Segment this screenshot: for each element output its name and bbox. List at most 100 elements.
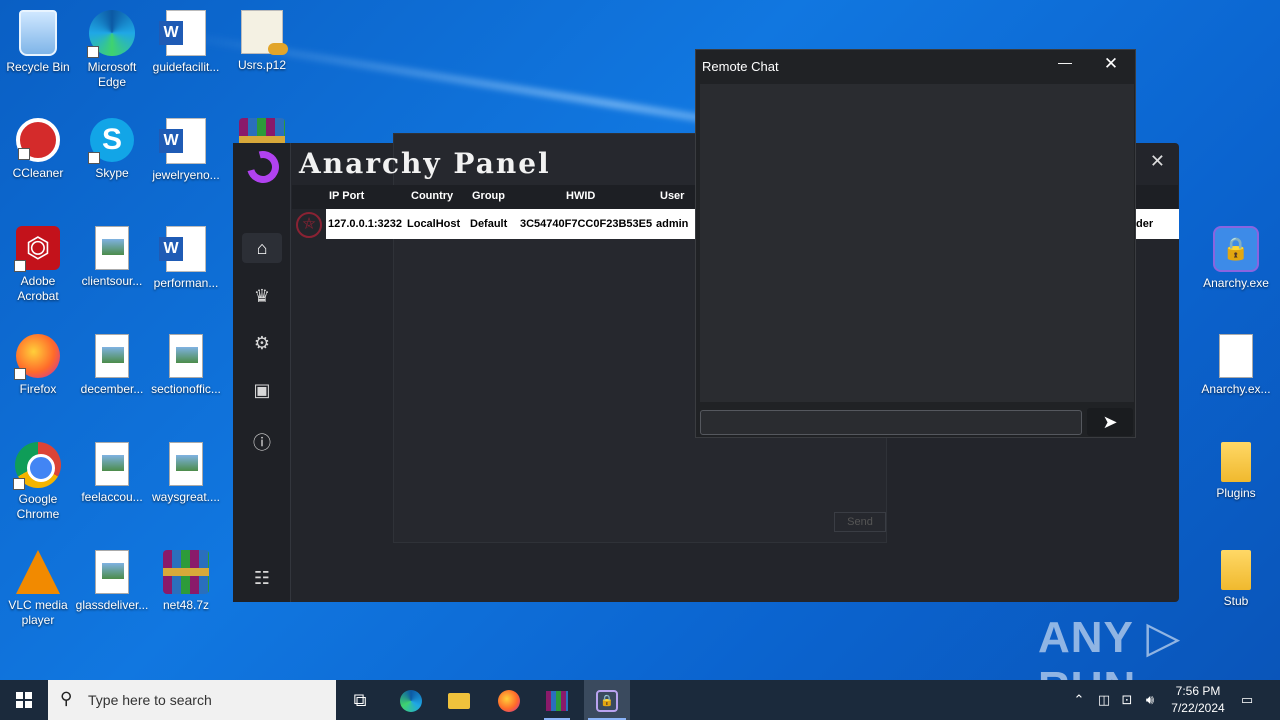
desktop-icon-feelaccou[interactable]: feelaccou... (74, 436, 150, 505)
taskbar-anarchy-icon[interactable]: 🔒 (584, 680, 630, 720)
desktop-icon-december[interactable]: december... (74, 328, 150, 397)
column-header-country[interactable]: Country (411, 190, 453, 202)
column-header-group[interactable]: Group (472, 190, 505, 202)
desktop-icon-label: CCleaner (12, 166, 64, 180)
windows-logo-icon (16, 692, 32, 708)
desktop-icon-clientsour[interactable]: clientsour... (74, 220, 150, 289)
desktop-icon-label: performan... (153, 276, 219, 290)
ghost-send-button[interactable]: Send (834, 512, 886, 532)
word-doc-icon (159, 10, 206, 56)
column-header-ip-port[interactable]: IP Port (329, 190, 364, 202)
desktop-icon-label: Stub (1223, 594, 1249, 608)
info-icon[interactable]: ⓘ (251, 432, 273, 454)
desktop-icon-label: december... (80, 382, 144, 396)
notification-center-icon[interactable]: ▭ (1236, 680, 1258, 720)
desktop-icon-edge[interactable]: Microsoft Edge (74, 4, 150, 90)
firefox-icon (14, 334, 60, 380)
clock-time: 7:56 PM (1175, 684, 1221, 698)
chat-message-input[interactable] (700, 410, 1082, 435)
column-header-hwid[interactable]: HWID (566, 190, 595, 202)
desktop-icon-plugins[interactable]: Plugins (1198, 436, 1274, 501)
word-doc-icon (159, 226, 206, 272)
tasks-list-icon[interactable]: ☷ (251, 567, 273, 589)
send-button[interactable]: ➤ (1087, 408, 1133, 436)
settings-gear-icon[interactable]: ⚙ (251, 332, 273, 354)
chat-title: Remote Chat (702, 59, 779, 74)
desktop-icon-label: Skype (95, 166, 129, 180)
desktop-icon-google-chrome[interactable]: Google Chrome (0, 436, 76, 522)
desktop-icon-sectionoffic[interactable]: sectionoffic... (148, 328, 224, 397)
desktop-icon-label: Recycle Bin (6, 60, 70, 74)
acrobat-icon (14, 226, 60, 272)
desktop-icon-firefox[interactable]: Firefox (0, 328, 76, 397)
desktop-icon-skype[interactable]: S Skype (74, 112, 150, 181)
tray-overflow-chevron-icon[interactable]: ⌃ (1068, 680, 1090, 720)
home-icon[interactable]: ⌂ (242, 233, 282, 263)
builder-icon[interactable]: ▣ (251, 379, 273, 401)
desktop-icon-jewelryeno[interactable]: jewelryeno... (148, 112, 224, 183)
clients-icon[interactable]: ♛ (251, 285, 273, 307)
search-placeholder: Type here to search (88, 692, 212, 708)
desktop-icon-usrs-p12[interactable]: Usrs.p12 (224, 4, 300, 73)
desktop-icon-adobe-acrobat[interactable]: Adobe Acrobat (0, 220, 76, 304)
tray-app-icon[interactable]: ◫ (1093, 680, 1115, 720)
clock-date: 7/22/2024 (1171, 701, 1225, 715)
desktop-icon-anarchy-ex-config[interactable]: Anarchy.ex... (1198, 328, 1274, 397)
cell-country: LocalHost (407, 218, 461, 230)
send-arrow-icon: ➤ (1102, 412, 1118, 432)
taskbar-search-box[interactable]: ⚲ Type here to search (48, 680, 336, 720)
desktop-icon-label: glassdeliver... (75, 598, 149, 612)
desktop-icon-waysgreat[interactable]: waysgreat.... (148, 436, 224, 505)
desktop-icon-net48[interactable]: net48.7z (148, 544, 224, 613)
folder-icon (1221, 550, 1251, 590)
image-file-icon (169, 334, 203, 378)
desktop-icon-label: guidefacilit... (152, 60, 220, 74)
taskbar-clock[interactable]: 7:56 PM 7/22/2024 (1160, 683, 1236, 717)
chat-messages-area (700, 84, 1134, 402)
desktop-icon-label: waysgreat.... (151, 490, 221, 504)
panel-sidebar: ⌂ ♛ ⚙ ▣ ⓘ ☷ (233, 143, 291, 602)
image-file-icon (95, 442, 129, 486)
start-button[interactable] (0, 680, 48, 720)
desktop-icon-label: Usrs.p12 (237, 58, 287, 72)
search-icon: ⚲ (60, 689, 73, 708)
desktop-icon-performan[interactable]: performan... (148, 220, 224, 291)
word-doc-icon (159, 118, 206, 164)
vlc-icon (16, 550, 60, 594)
column-header-user[interactable]: User (660, 190, 684, 202)
desktop-icon-label: jewelryeno... (152, 168, 220, 182)
panel-title: Anarchy Panel (299, 147, 551, 180)
desktop-icon-ccleaner[interactable]: CCleaner (0, 112, 76, 181)
desktop-icon-label: Plugins (1216, 486, 1256, 500)
desktop-icon-label: feelaccou... (81, 490, 143, 504)
taskbar-winrar-icon[interactable] (534, 680, 580, 720)
taskbar-firefox-icon[interactable] (486, 680, 532, 720)
blank-file-icon (1219, 334, 1253, 378)
desktop-icon-guidefacilit[interactable]: guidefacilit... (148, 4, 224, 75)
image-file-icon (95, 334, 129, 378)
desktop-icon-vlc[interactable]: VLC media player (0, 544, 76, 628)
minimize-button[interactable]: — (1050, 54, 1080, 76)
desktop-icon-label: clientsour... (81, 274, 143, 288)
panel-close-button[interactable]: ✕ (1150, 151, 1165, 172)
desktop-icon-label: sectionoffic... (151, 382, 221, 396)
taskbar-file-explorer-icon[interactable] (436, 680, 482, 720)
network-icon[interactable]: ⊡ (1116, 680, 1138, 720)
remote-chat-window: Remote Chat — ✕ ➤ (695, 49, 1136, 438)
desktop-icon-recycle-bin[interactable]: Recycle Bin (0, 4, 76, 75)
desktop-icon-anarchy-exe[interactable]: Anarchy.exe (1198, 220, 1274, 291)
folder-icon (1221, 442, 1251, 482)
desktop-icon-glassdeliver[interactable]: glassdeliver... (74, 544, 150, 613)
task-view-icon[interactable]: ⧉ (337, 680, 383, 720)
close-button[interactable]: ✕ (1096, 54, 1126, 76)
recycle-bin-icon (19, 10, 57, 56)
desktop-icon-label: VLC media player (8, 598, 68, 627)
taskbar-edge-icon[interactable] (388, 680, 434, 720)
desktop-icon-stub[interactable]: Stub (1198, 544, 1274, 609)
taskbar: ⚲ Type here to search ⧉ 🔒 ⌃ ◫ ⊡ 🔊︎ 7:56 … (0, 680, 1280, 720)
volume-icon[interactable]: 🔊︎ (1139, 680, 1161, 720)
chat-title-bar[interactable]: Remote Chat — ✕ (696, 50, 1135, 82)
cell-truncated: der (1136, 218, 1154, 230)
winrar-archive-icon (163, 550, 209, 594)
desktop-icon-label: Adobe Acrobat (17, 274, 59, 303)
